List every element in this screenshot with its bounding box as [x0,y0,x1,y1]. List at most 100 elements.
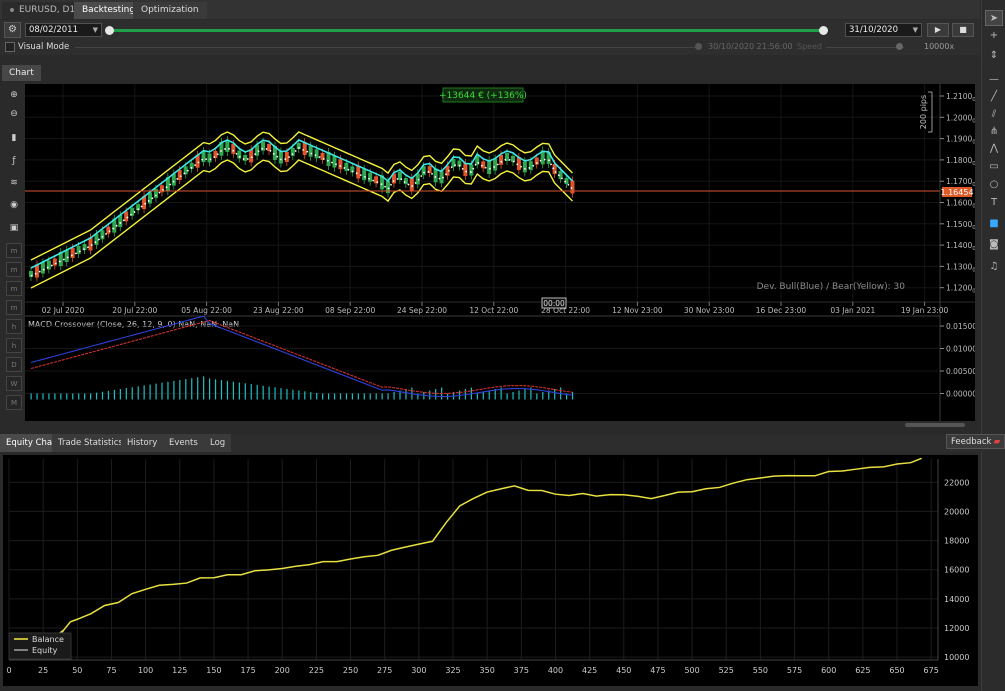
speed-slider-handle[interactable] [896,43,903,50]
settings-gear-icon[interactable]: ⚙ [4,22,21,38]
start-date-picker[interactable]: 08/02/2011 ▼ [25,23,102,37]
play-button[interactable]: ▶ [927,23,949,37]
date-tick-label: 23 Aug 22:00 [253,306,304,315]
equity-x-tick-label: 225 [309,666,324,675]
fibonacci-icon[interactable]: ⋔ [985,124,1003,140]
equity-y-tick-label: 20000 [944,507,969,516]
equity-chart[interactable]: 0 25 50 75 100 125 150 175 200 225 250 275 300 325 350… [3,455,978,686]
price-line-icon[interactable]: ⇕ [985,48,1003,64]
tab-log[interactable]: Log [204,434,232,452]
candle-body [570,180,575,194]
bar-type-icon[interactable]: ▮ [6,131,22,146]
speed-slider-track[interactable] [826,47,904,48]
macd-tick-label: 0.01000 [946,345,975,354]
rectangle-icon[interactable]: ▭ [985,159,1003,175]
ellipse-icon[interactable]: ○ [985,177,1003,193]
end-date-picker[interactable]: 31/10/2020 ▼ [845,23,922,37]
eye-icon[interactable]: ◉ [6,198,22,213]
macd-histogram-bar [435,389,437,400]
price-tick-label: 1.21000 [946,92,975,103]
macd-histogram-bar [280,388,282,400]
macd-histogram-bar [66,393,68,400]
macd-histogram-bar [30,393,32,400]
timeframe-h4[interactable]: h [6,338,22,353]
tab-trade-statistics[interactable]: Trade Statistics [52,434,129,452]
zoom-out-icon[interactable]: ⊖ [6,107,22,122]
tab-chart[interactable]: Chart [2,65,41,81]
visual-progress-track[interactable] [75,47,697,48]
equity-x-tick-label: 575 [787,666,802,675]
visual-mode-checkbox[interactable] [5,42,15,52]
range-end-handle[interactable] [819,26,828,35]
timeframe-d1[interactable]: D [6,357,22,372]
timeframe-mn1[interactable]: M [6,395,22,410]
range-start-handle[interactable] [105,26,114,35]
price-chart[interactable]: +13644 € (+136%) 200 pips Dev. Bull(Blue… [25,84,977,421]
tab-symbol[interactable]: EURUSD, D1 [2,2,84,19]
candle-body [403,178,408,185]
tab-optimization[interactable]: Optimization [133,2,207,19]
macd-histogram-bar [155,383,157,400]
timeframe-w1[interactable]: W [6,376,22,391]
color-swatch-icon[interactable]: ■ [985,216,1003,232]
candle-body [231,143,236,154]
equity-x-tick-label: 75 [106,666,116,675]
equity-x-tick-label: 50 [72,666,82,675]
timeframe-m30[interactable]: m [6,300,22,315]
macd-histogram-bar [292,389,294,400]
bull-band [30,139,574,269]
price-tick-subscript: 0 [972,267,975,273]
price-tick-label: 1.15000 [946,220,975,231]
speed-value: 10000x [924,42,955,51]
top-tab-strip: EURUSD, D1 Backtesting Optimization [0,0,980,19]
chart-tab-bar: Chart [0,62,980,81]
backtest-range-track[interactable] [108,29,824,32]
pitchfork-icon[interactable]: ⋀ [985,141,1003,157]
horizontal-line-icon[interactable]: — [985,72,1003,88]
timeframe-h1[interactable]: h [6,319,22,334]
crosshair-icon[interactable]: + [985,28,1003,44]
camera-icon[interactable]: ◙ [985,237,1003,253]
macd-histogram-bar [351,393,353,400]
candle-body [52,258,57,266]
timeframe-m5[interactable]: m [6,262,22,277]
layers-icon[interactable]: ≋ [6,176,22,191]
macd-histogram-bar [375,393,377,400]
candle-body [338,159,343,170]
cursor-arrow-icon[interactable]: ➤ [985,10,1003,26]
channel-icon[interactable]: ⫽ [985,107,1003,123]
feedback-icon: ▰ [993,437,1001,447]
equity-x-tick-label: 100 [138,666,153,675]
macd-histogram-bar [232,381,234,400]
visual-progress-handle[interactable] [695,43,702,50]
screenshot-icon[interactable]: ▣ [6,221,22,236]
trend-line-icon[interactable]: ╱ [985,89,1003,105]
timeframe-m15[interactable]: m [6,281,22,296]
macd-histogram-bar [137,386,139,400]
date-axis: 02 Jul 2020 20 Jul 22:00 05 Aug 22:00 23 Au… [42,302,949,315]
candle-body [64,250,69,262]
alert-bell-icon[interactable]: ♫ [985,259,1003,275]
indicators-icon[interactable]: ƒ [6,154,22,169]
candle-body [308,145,313,157]
stop-button[interactable]: ■ [952,23,974,37]
start-date-value: 08/02/2011 [29,25,78,35]
tab-events[interactable]: Events [163,434,204,452]
tab-history[interactable]: History [121,434,164,452]
macd-histogram-bar [554,389,556,400]
zoom-in-icon[interactable]: ⊕ [6,88,22,103]
equity-x-tick-label: 350 [480,666,495,675]
feedback-button[interactable]: Feedback ▰ [946,434,1005,449]
scrollbar-thumb[interactable] [905,423,965,427]
macd-histogram-bar [542,392,544,400]
text-icon[interactable]: T [985,195,1003,211]
chart-horizontal-scrollbar[interactable] [25,421,975,429]
timeframe-m1[interactable]: m [6,243,22,258]
macd-histogram-bar [274,387,276,400]
candle-body [499,154,504,165]
candle-body [106,226,111,234]
macd-histogram-bar [238,382,240,400]
chevron-down-icon: ▼ [912,26,918,34]
macd-histogram-bar [518,390,520,400]
candle-body [100,230,105,240]
